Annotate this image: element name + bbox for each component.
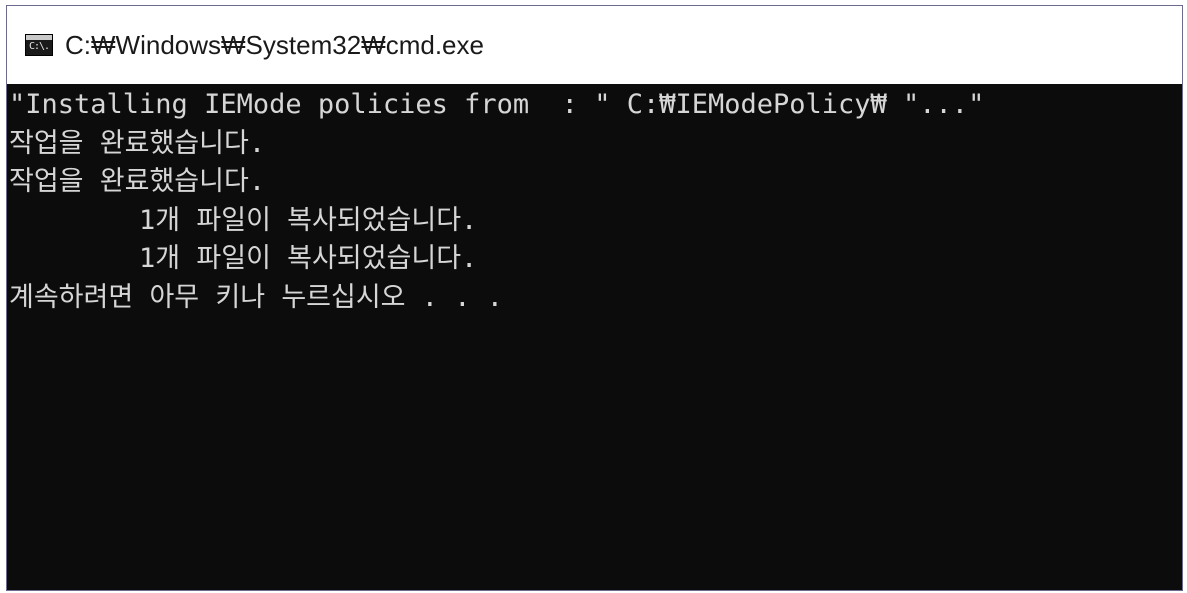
icon-glyph: C:\. xyxy=(29,41,50,52)
console-output[interactable]: "Installing IEMode policies from : " C:₩… xyxy=(7,86,1182,590)
cmd-icon[interactable]: C:\. xyxy=(25,34,53,56)
title-bar[interactable]: C:\. C:₩Windows₩System32₩cmd.exe xyxy=(7,6,1182,84)
cmd-window: C:\. C:₩Windows₩System32₩cmd.exe "Instal… xyxy=(6,5,1183,591)
window-title: C:₩Windows₩System32₩cmd.exe xyxy=(65,29,484,60)
console-line: "Installing IEMode policies from : " C:₩… xyxy=(9,89,985,120)
icon-title-bar xyxy=(26,35,52,40)
console-line: 작업을 완료했습니다. xyxy=(9,166,266,197)
console-prompt-line: 계속하려면 아무 키나 누르십시오 . . . xyxy=(9,281,504,313)
console-line: 1개 파일이 복사되었습니다. xyxy=(9,204,478,236)
console-line: 작업을 완료했습니다. xyxy=(9,127,266,159)
console-line: 1개 파일이 복사되었습니다. xyxy=(9,243,478,274)
